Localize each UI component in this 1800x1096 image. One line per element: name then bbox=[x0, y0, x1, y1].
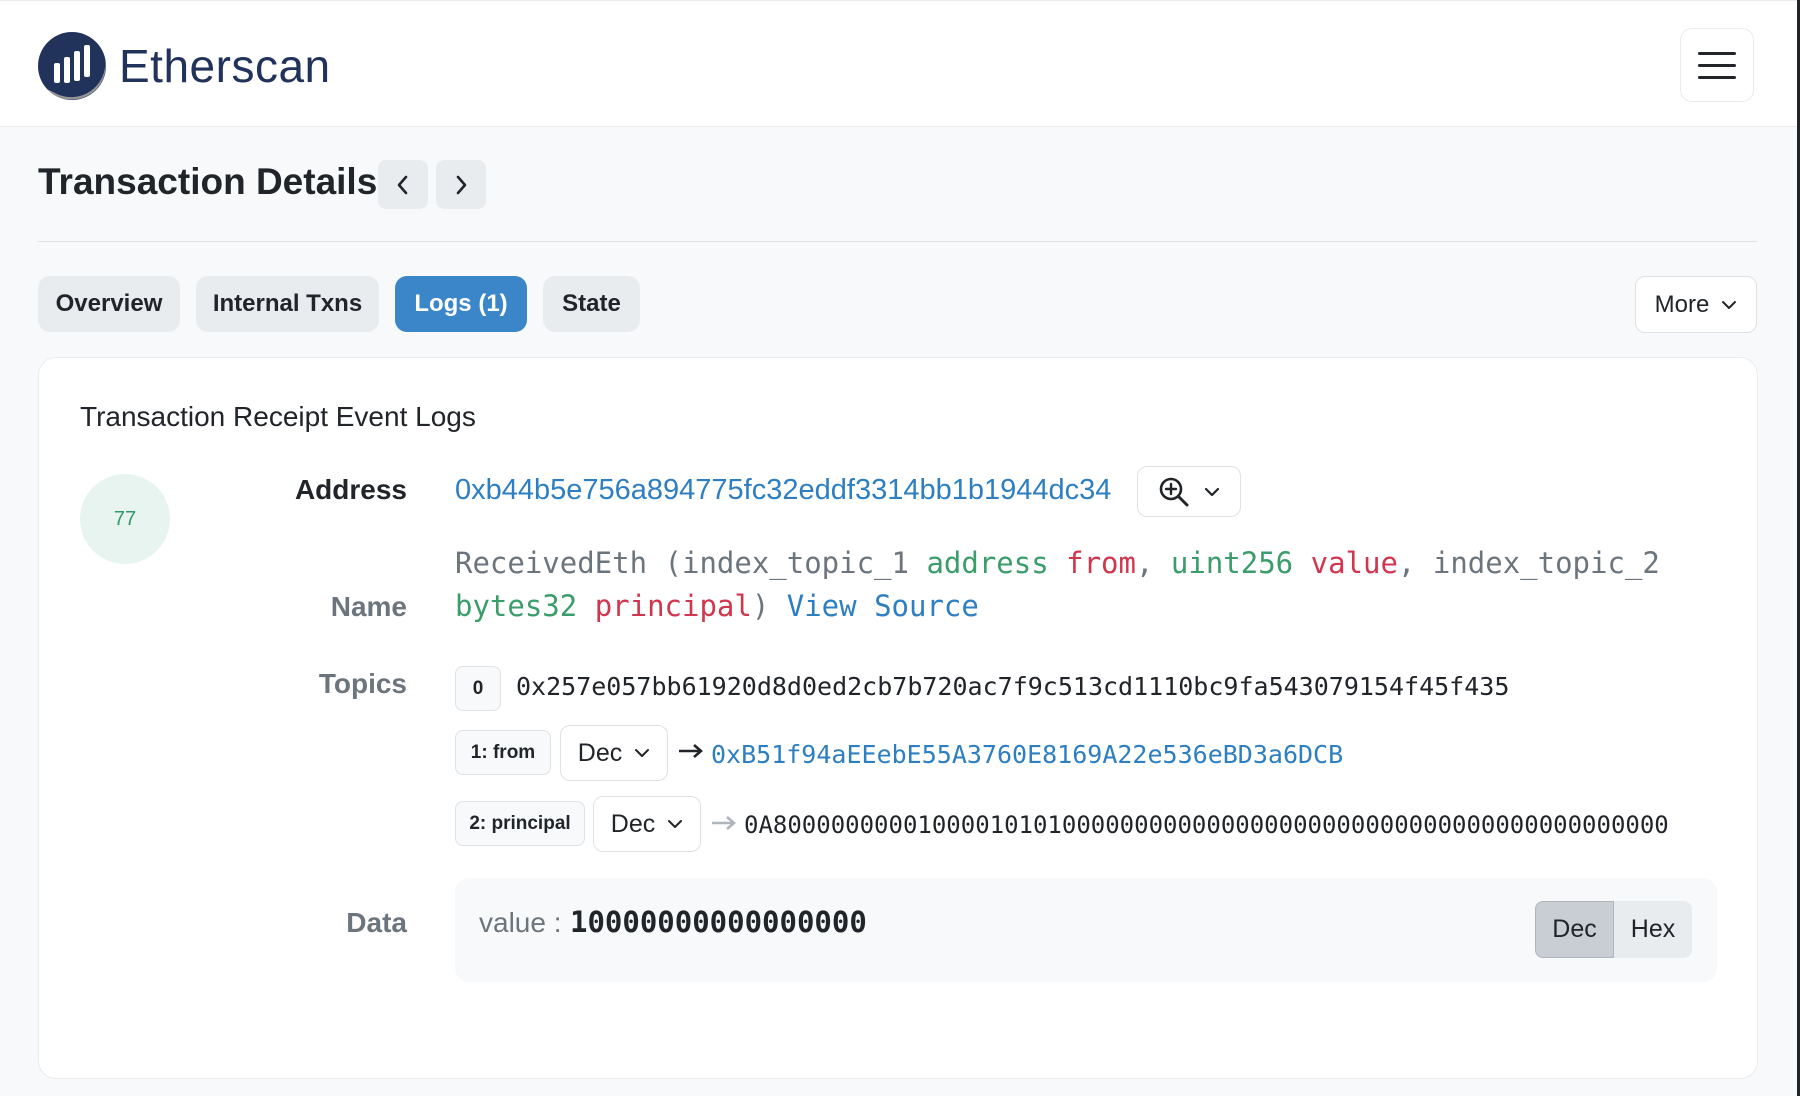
comma: , bbox=[1135, 546, 1154, 580]
topic-1-format-select[interactable]: Dec bbox=[560, 725, 668, 781]
topic-0-value: 0x257e057bb61920d8d0ed2cb7b720ac7f9c513c… bbox=[516, 672, 1510, 701]
topic-2-value: 0A80000000001000010101000000000000000000… bbox=[744, 811, 1669, 839]
data-value: 10000000000000000 bbox=[570, 905, 867, 939]
etherscan-logo[interactable]: Etherscan bbox=[37, 31, 331, 101]
topic-index-badge: 0 bbox=[455, 666, 501, 711]
param3-prefix: index_topic_2 bbox=[1432, 546, 1660, 580]
top-navbar: Etherscan bbox=[0, 0, 1797, 127]
chevron-down-icon bbox=[1204, 487, 1220, 496]
param3-name: principal bbox=[594, 589, 752, 623]
chevron-right-icon bbox=[456, 175, 467, 194]
etherscan-logo-icon bbox=[38, 32, 106, 100]
chevron-down-icon bbox=[635, 749, 650, 757]
title-divider bbox=[38, 241, 1758, 242]
previous-transaction-button[interactable] bbox=[378, 160, 428, 209]
data-format-dec-button[interactable]: Dec bbox=[1535, 901, 1614, 958]
param1-name: from bbox=[1066, 546, 1136, 580]
chevron-down-icon bbox=[668, 820, 683, 828]
param2-type: uint256 bbox=[1170, 546, 1294, 580]
page-title: Transaction Details bbox=[38, 161, 378, 202]
more-dropdown[interactable]: More bbox=[1635, 276, 1757, 333]
hamburger-line bbox=[1698, 75, 1736, 79]
paren-close: ) bbox=[751, 589, 770, 623]
hamburger-line bbox=[1698, 51, 1736, 55]
address-filter-dropdown[interactable] bbox=[1137, 466, 1241, 517]
topic-index-badge: 2: principal bbox=[455, 801, 585, 846]
log-index-badge: 77 bbox=[80, 474, 170, 564]
address-label: Address bbox=[294, 474, 407, 505]
address-link[interactable]: 0xb44b5e756a894775fc32eddf3314bb1b1944dc… bbox=[455, 474, 1111, 507]
param1-type: address bbox=[926, 546, 1049, 580]
tab-logs[interactable]: Logs (1) bbox=[395, 276, 527, 332]
tab-overview[interactable]: Overview bbox=[38, 276, 180, 332]
arrow-right-icon bbox=[679, 744, 703, 758]
topics-label: Topics bbox=[318, 668, 407, 699]
topic-2-format-select[interactable]: Dec bbox=[593, 796, 701, 852]
topic-index-badge: 1: from bbox=[455, 730, 551, 775]
comma: , bbox=[1397, 546, 1416, 580]
param3-type: bytes32 bbox=[455, 589, 578, 623]
data-format-hex-button[interactable]: Hex bbox=[1614, 901, 1692, 958]
hamburger-line bbox=[1698, 63, 1736, 67]
view-source-link[interactable]: View Source bbox=[787, 589, 979, 623]
event-signature-line-2: bytes32 principal) View Source bbox=[455, 589, 979, 623]
data-label: Data bbox=[346, 907, 407, 938]
event-signature-line-1: ReceivedEth (index_topic_1 address from,… bbox=[455, 546, 1660, 580]
chevron-left-icon bbox=[397, 175, 408, 194]
name-label: Name bbox=[330, 591, 407, 622]
paren-open: ( bbox=[664, 546, 682, 580]
tab-state[interactable]: State bbox=[543, 276, 640, 332]
topic-1-address-link[interactable]: 0xB51f94aEEebE55A3760E8169A22e536eBD3a6D… bbox=[711, 740, 1343, 769]
format-label: Dec bbox=[577, 738, 623, 767]
event-name: ReceivedEth bbox=[455, 546, 648, 580]
tab-internal-txns[interactable]: Internal Txns bbox=[196, 276, 379, 332]
zoom-in-icon bbox=[1159, 477, 1189, 506]
next-transaction-button[interactable] bbox=[436, 160, 486, 209]
param2-name: value bbox=[1310, 546, 1398, 580]
brand-name: Etherscan bbox=[119, 40, 331, 92]
card-title: Transaction Receipt Event Logs bbox=[80, 401, 476, 432]
more-label: More bbox=[1654, 290, 1710, 318]
menu-button[interactable] bbox=[1680, 28, 1754, 102]
arrow-right-icon bbox=[712, 816, 736, 830]
data-key: value : bbox=[479, 907, 562, 938]
chevron-down-icon bbox=[1722, 300, 1737, 309]
format-label: Dec bbox=[610, 809, 656, 838]
param1-prefix: index_topic_1 bbox=[682, 546, 909, 580]
